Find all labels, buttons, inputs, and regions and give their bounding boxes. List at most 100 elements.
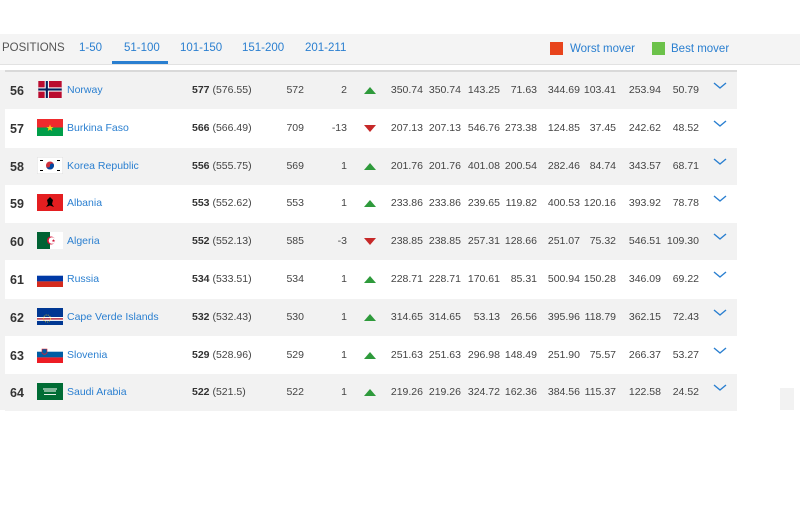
stat-value: 219.26 — [428, 386, 461, 399]
points-rounded: 532 — [192, 310, 210, 323]
total-points: 553 (552.62) — [192, 197, 252, 209]
previous-points: 569 — [286, 159, 304, 172]
team-link[interactable]: Norway — [67, 84, 103, 96]
chevron-down-icon[interactable] — [712, 156, 728, 168]
arrow-up-icon — [364, 389, 376, 397]
team-link[interactable]: Russia — [67, 273, 99, 285]
stat-value: 314.65 — [428, 310, 461, 323]
stat-value: 393.92 — [628, 197, 661, 210]
points-rounded: 577 — [192, 84, 210, 96]
arrow-down-icon — [364, 124, 376, 132]
stat-value: 103.41 — [583, 84, 616, 96]
stat-value: 219.26 — [390, 386, 423, 399]
points-exact: (521.5) — [212, 386, 246, 399]
previous-points: 534 — [286, 273, 304, 285]
points-exact: (555.75) — [212, 159, 252, 172]
arrow-up-icon — [364, 313, 376, 321]
table-row[interactable]: 63 Slovenia 529 (528.96) 529 1 251.63 251.63 29… — [5, 337, 737, 374]
stat-value: 84.74 — [589, 159, 616, 172]
team-link[interactable]: Cape Verde Islands — [67, 311, 159, 323]
team-link[interactable]: Burkina Faso — [67, 122, 129, 134]
chevron-down-icon[interactable] — [712, 118, 728, 130]
points-rounded: 522 — [192, 386, 210, 399]
stat-value: 350.74 — [390, 84, 423, 96]
rank: 59 — [10, 197, 24, 212]
tab-201-211[interactable]: 201-211 — [305, 42, 346, 54]
stat-value: 314.65 — [390, 310, 423, 323]
points-rounded: 556 — [192, 159, 210, 172]
chevron-down-icon[interactable] — [712, 269, 728, 281]
table-row[interactable]: 59 Albania 553 (552.62) 553 1 233.86 233.86 239… — [5, 185, 737, 222]
table-row[interactable]: 56 Norway 577 (576.55) 572 2 350.74 350.74 143.… — [5, 72, 737, 109]
tab-101-150[interactable]: 101-150 — [180, 42, 222, 54]
stat-value: 148.49 — [504, 348, 537, 361]
points-rounded: 552 — [192, 235, 210, 248]
stat-value: 50.79 — [672, 84, 699, 96]
stat-value: 233.86 — [428, 197, 461, 210]
rank: 64 — [10, 386, 24, 401]
flag-icon — [37, 194, 63, 212]
stat-value: 282.46 — [547, 159, 580, 172]
chevron-down-icon[interactable] — [712, 80, 728, 92]
rank-change: 1 — [341, 273, 347, 285]
chevron-down-icon[interactable] — [712, 307, 728, 319]
table-row[interactable]: 64 Saudi Arabia 522 (521.5) 522 1 219.26 219.2… — [5, 374, 737, 412]
stat-value: 251.63 — [390, 348, 423, 361]
stat-value: 238.85 — [428, 235, 461, 248]
team-link[interactable]: Saudi Arabia — [67, 386, 127, 398]
stat-value: 233.86 — [390, 197, 423, 210]
total-points: 532 (532.43) — [192, 311, 252, 323]
stat-value: 26.56 — [510, 310, 537, 323]
stat-value: 228.71 — [428, 273, 461, 285]
stat-value: 68.71 — [672, 159, 699, 172]
rank: 56 — [10, 84, 24, 98]
table-row[interactable]: 61 Russia 534 (533.51) 534 1 228.71 228.71 170.… — [5, 261, 737, 298]
stat-value: 343.57 — [628, 159, 661, 172]
chevron-down-icon[interactable] — [712, 231, 728, 243]
chevron-down-icon[interactable] — [712, 382, 728, 394]
stat-value: 395.96 — [547, 310, 580, 323]
stat-value: 119.82 — [505, 197, 537, 210]
stat-value: 228.71 — [390, 273, 423, 285]
tab-51-100[interactable]: 51-100 — [124, 42, 160, 54]
points-exact: (552.62) — [212, 197, 252, 210]
rank: 57 — [10, 121, 24, 136]
tab-1-50[interactable]: 1-50 — [79, 42, 102, 54]
chevron-down-icon[interactable] — [712, 345, 728, 357]
chevron-down-icon[interactable] — [712, 193, 728, 205]
previous-points: 572 — [286, 84, 304, 96]
table-row[interactable]: 60 Algeria 552 (552.13) 585 -3 238.85 238.85 25… — [5, 223, 737, 261]
table-row[interactable]: 62 Cape Verde Islands 532 (532.43) 530 1 314.… — [5, 298, 737, 336]
stat-value: 500.94 — [547, 273, 580, 285]
stat-value: 162.36 — [504, 386, 537, 399]
rank-change: 1 — [341, 159, 347, 172]
worst-mover-swatch — [550, 42, 563, 55]
stat-value: 401.08 — [467, 159, 500, 172]
total-points: 522 (521.5) — [192, 386, 246, 398]
points-exact: (566.49) — [212, 121, 252, 134]
stat-value: 115.37 — [584, 386, 616, 399]
team-link[interactable]: Algeria — [67, 235, 100, 247]
stat-value: 78.78 — [672, 197, 699, 210]
tab-151-200[interactable]: 151-200 — [242, 42, 284, 54]
stat-value: 350.74 — [428, 84, 461, 96]
stat-value: 344.69 — [547, 84, 580, 96]
team-link[interactable]: Korea Republic — [67, 160, 139, 172]
side-scroll-tab[interactable] — [780, 388, 794, 410]
table-row[interactable]: 57 Burkina Faso 566 (566.49) 709 -13 207.13 20… — [5, 110, 737, 147]
arrow-up-icon — [364, 351, 376, 359]
team-link[interactable]: Slovenia — [67, 349, 107, 361]
stat-value: 546.76 — [467, 121, 500, 134]
flag-icon — [37, 345, 63, 363]
stat-value: 71.63 — [510, 84, 537, 96]
previous-points: 522 — [286, 386, 304, 399]
table-row[interactable]: 58 Korea Republic 556 (555.75) 569 1 201.76 20… — [5, 147, 737, 185]
total-points: 577 (576.55) — [192, 84, 252, 96]
total-points: 566 (566.49) — [192, 122, 252, 134]
previous-points: 585 — [286, 235, 304, 248]
stat-value: 238.85 — [390, 235, 423, 248]
flag-icon — [37, 383, 63, 401]
stat-value: 109.30 — [666, 235, 699, 248]
team-link[interactable]: Albania — [67, 197, 102, 209]
stat-value: 400.53 — [547, 197, 580, 210]
